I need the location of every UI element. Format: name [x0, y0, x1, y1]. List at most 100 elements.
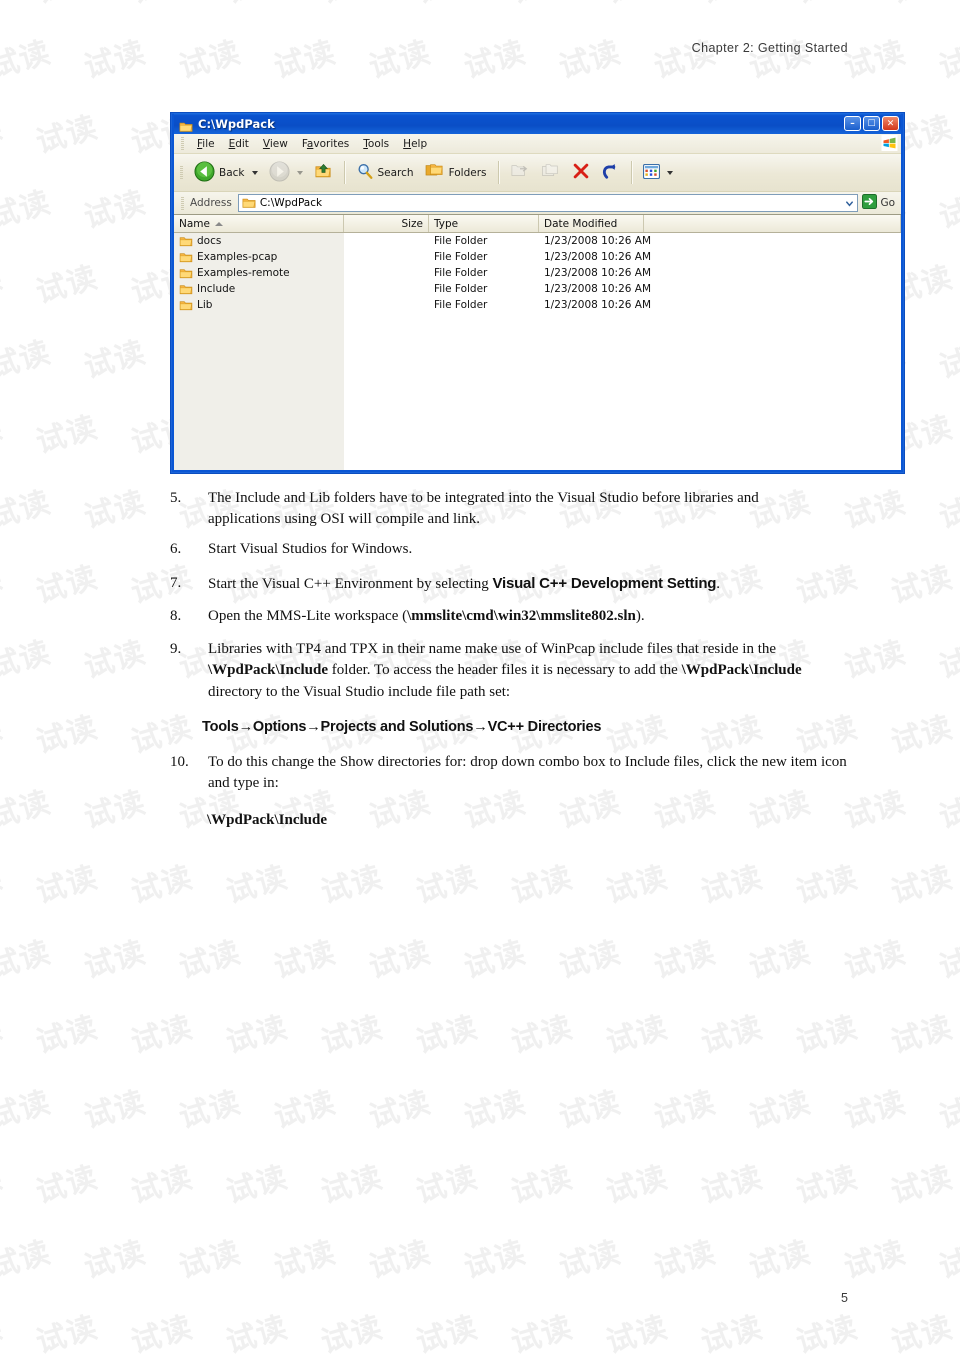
toolbar-separator [343, 161, 346, 184]
list-item-7-body: Start the Visual C++ Environment by sele… [208, 573, 810, 595]
cell-name: Lib [174, 299, 344, 311]
list-item-9-body: Libraries with TP4 and TPX in their name… [208, 639, 830, 703]
list-item-9: 9. Libraries with TP4 and TPX in their n… [170, 639, 830, 703]
table-row[interactable]: Lib File Folder 1/23/2008 10:26 AM [174, 297, 901, 313]
maximize-button[interactable]: ☐ [863, 116, 880, 131]
page-number: 5 [841, 1291, 848, 1305]
forward-button[interactable] [264, 159, 308, 187]
menu-item-file[interactable]: File [190, 137, 222, 151]
forward-arrow-icon [268, 160, 290, 185]
cell-type: File Folder [434, 299, 488, 311]
column-header-blank[interactable] [644, 215, 901, 232]
file-name: Lib [197, 299, 213, 311]
menu-item-edit[interactable]: Edit [222, 137, 256, 151]
address-label: Address [190, 197, 232, 209]
file-list-header: Name Size Type Date Modified [174, 215, 901, 233]
undo-button[interactable] [596, 160, 625, 186]
sort-ascending-icon [214, 221, 223, 226]
cell-date-modified: 1/23/2008 10:26 AM [544, 299, 652, 311]
folder-icon [242, 194, 256, 213]
search-button[interactable]: Search [351, 160, 419, 185]
list-item-5: 5. The Include and Lib folders have to b… [170, 488, 790, 531]
column-label-name: Name [179, 217, 210, 230]
menu-item-view[interactable]: View [256, 137, 295, 151]
chevron-down-icon[interactable] [842, 195, 857, 211]
copy-to-icon [541, 162, 561, 183]
list-item-9-bold2: \WpdPack\Include [681, 662, 802, 679]
folder-icon [179, 268, 193, 279]
toolbar: Back Search Folders [174, 154, 901, 192]
menu-gripper[interactable] [181, 137, 184, 150]
menu-item-help[interactable]: Help [396, 137, 434, 151]
list-item-8-prefix: Open the MMS-Lite workspace ( [208, 608, 408, 624]
final-path-text: \WpdPack\Include [207, 812, 328, 828]
window-controls: – ☐ ✕ [844, 116, 899, 131]
list-item-9-line3: directory to the Visual Studio include f… [208, 683, 511, 700]
delete-button[interactable] [567, 160, 595, 185]
menu-item-favorites[interactable]: Favorites [295, 137, 356, 151]
cell-date-modified: 1/23/2008 10:26 AM [544, 235, 652, 247]
list-item-10-line1: To do this change the Show directories f… [208, 754, 818, 770]
address-input[interactable]: C:\WpdPack [237, 194, 859, 213]
table-row[interactable]: docs File Folder 1/23/2008 10:26 AM [174, 233, 901, 249]
go-label: Go [880, 197, 895, 209]
views-icon [642, 163, 660, 182]
list-item-7-number: 7. [170, 575, 182, 591]
toolbar-separator [630, 161, 633, 184]
folders-label: Folders [448, 166, 487, 179]
chevron-down-icon[interactable] [251, 170, 258, 175]
column-header-name[interactable]: Name [174, 215, 344, 232]
list-item-10-number: 10. [170, 754, 189, 770]
back-button[interactable]: Back [189, 159, 263, 187]
window-title: C:\WpdPack [198, 116, 275, 131]
toolbar-separator [497, 161, 500, 184]
up-button[interactable] [309, 160, 338, 186]
list-item-8-body: Open the MMS-Lite workspace (\mmslite\cm… [208, 606, 810, 627]
menu-item-tools[interactable]: Tools [356, 137, 396, 151]
move-to-button[interactable] [505, 160, 535, 185]
page-header: Chapter 2: Getting Started [691, 41, 848, 55]
table-row[interactable]: Examples-pcap File Folder 1/23/2008 10:2… [174, 249, 901, 265]
cell-name: docs [174, 235, 344, 247]
table-row[interactable]: Examples-remote File Folder 1/23/2008 10… [174, 265, 901, 281]
toolbar-gripper[interactable] [180, 166, 183, 179]
windows-flag-icon[interactable] [881, 135, 898, 151]
minimize-button[interactable]: – [844, 116, 861, 131]
nav-path-text: Tools→Options→Projects and Solutions→VC+… [202, 719, 602, 735]
list-item-8-bold: \mmslite\cmd\win32\mmslite802.sln [407, 608, 636, 624]
close-button[interactable]: ✕ [882, 116, 899, 131]
explorer-window: C:\WpdPack – ☐ ✕ File Edit View Favorite… [170, 112, 905, 474]
chevron-down-icon[interactable] [296, 170, 303, 175]
list-item-8-suffix: ). [635, 608, 645, 624]
table-row[interactable]: Include File Folder 1/23/2008 10:26 AM [174, 281, 901, 297]
copy-to-button[interactable] [536, 160, 566, 185]
search-icon [356, 162, 374, 183]
views-button[interactable] [638, 162, 678, 184]
list-item-9-bold1: \WpdPack\Include [208, 662, 329, 679]
cell-type: File Folder [434, 267, 488, 279]
address-gripper[interactable] [181, 196, 184, 210]
folders-button[interactable]: Folders [420, 160, 492, 185]
up-folder-icon [314, 162, 333, 184]
list-item-10-body: To do this change the Show directories f… [208, 752, 850, 795]
list-item-6-body: Start Visual Studios for Windows. [208, 541, 413, 557]
list-item-9-mid: folder. To access the header files it is… [328, 662, 682, 679]
file-name: Include [197, 283, 236, 295]
chevron-down-icon[interactable] [666, 170, 673, 175]
column-header-size[interactable]: Size [344, 215, 429, 232]
file-list-view: Name Size Type Date Modified docs File F… [174, 215, 901, 470]
cell-name: Examples-pcap [174, 251, 344, 263]
column-header-date-modified[interactable]: Date Modified [539, 215, 644, 232]
folder-icon [179, 118, 193, 132]
delete-icon [572, 162, 590, 183]
column-header-type[interactable]: Type [429, 215, 539, 232]
list-item-7: 7. Start the Visual C++ Environment by s… [170, 573, 810, 595]
cell-type: File Folder [434, 283, 488, 295]
go-button[interactable]: Go [858, 194, 901, 212]
folders-icon [425, 162, 445, 183]
window-client-area: File Edit View Favorites Tools Help Back… [174, 134, 901, 470]
list-item-6-number: 6. [170, 541, 182, 557]
cell-type: File Folder [434, 251, 488, 263]
list-item-7-bold: Visual C++ Development Setting [492, 575, 717, 592]
move-to-icon [510, 162, 530, 183]
